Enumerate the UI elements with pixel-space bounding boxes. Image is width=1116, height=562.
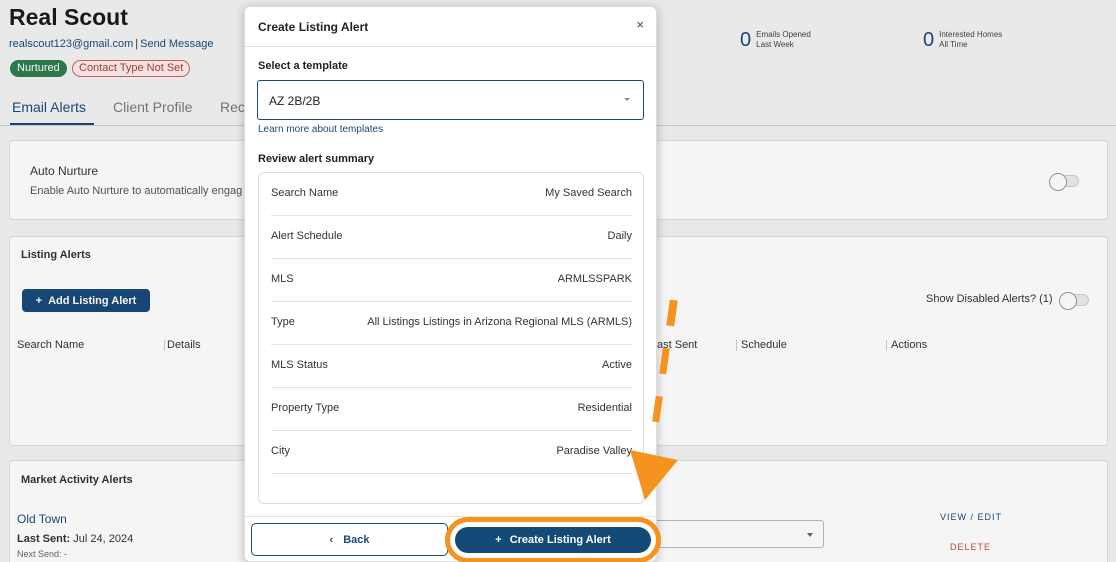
chevron-left-icon: ‹: [329, 533, 334, 546]
template-label: Select a template: [258, 60, 348, 72]
summary-value: Daily: [607, 230, 632, 242]
summary-key: Alert Schedule: [271, 230, 343, 242]
summary-key: MLS Status: [271, 359, 328, 371]
summary-key: Property Type: [271, 402, 340, 414]
back-button[interactable]: ‹ Back: [251, 523, 448, 556]
summary-row: City Paradise Valley: [271, 431, 632, 474]
summary-label: Review alert summary: [258, 153, 375, 165]
close-icon[interactable]: ×: [636, 17, 644, 32]
summary-row: Type All Listings Listings in Arizona Re…: [271, 302, 632, 345]
summary-key: Type: [271, 316, 295, 328]
template-select-value: AZ 2B/2B: [269, 94, 321, 108]
back-label: Back: [343, 533, 370, 546]
alert-summary: Search Name My Saved Search Alert Schedu…: [258, 172, 644, 504]
create-listing-alert-label: Create Listing Alert: [509, 534, 611, 546]
create-listing-alert-modal: Create Listing Alert × Select a template…: [244, 6, 661, 562]
learn-more-link[interactable]: Learn more about templates: [258, 124, 383, 135]
annotation-arrow-icon: [630, 299, 678, 500]
summary-key: Search Name: [271, 187, 339, 199]
summary-row: MLS Status Active: [271, 345, 632, 388]
modal-header: Create Listing Alert ×: [245, 7, 656, 47]
summary-row: Alert Schedule Daily: [271, 216, 632, 259]
summary-row: Property Type Residential: [271, 388, 632, 431]
summary-row: Search Name My Saved Search: [271, 173, 632, 216]
modal-footer: ‹ Back + Create Listing Alert: [245, 516, 661, 562]
summary-value: My Saved Search: [545, 187, 632, 199]
plus-icon: +: [495, 534, 502, 546]
modal-title: Create Listing Alert: [258, 20, 369, 34]
chevron-down-icon: [624, 98, 630, 101]
summary-value: ARMLSSPARK: [557, 273, 632, 285]
template-select[interactable]: AZ 2B/2B: [257, 80, 644, 120]
summary-key: City: [271, 445, 290, 457]
summary-value: All Listings Listings in Arizona Regiona…: [367, 316, 632, 328]
create-button-highlight: + Create Listing Alert: [445, 517, 661, 562]
summary-row: MLS ARMLSSPARK: [271, 259, 632, 302]
create-listing-alert-button[interactable]: + Create Listing Alert: [455, 527, 651, 553]
summary-key: MLS: [271, 273, 294, 285]
